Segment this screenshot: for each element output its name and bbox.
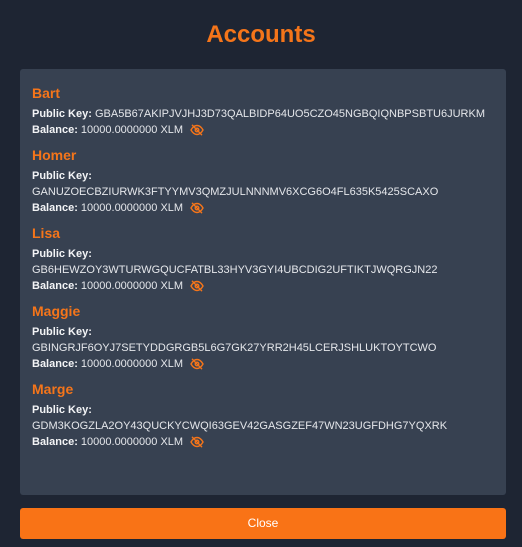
balance-row: Balance: 10000.0000000 XLM [32,434,494,450]
balance-label: Balance: [32,280,78,292]
public-key-value-row: GDM3KOGZLA2OY43QUCKYCWQI63GEV42GASGZEF47… [32,418,494,434]
public-key-row: Public Key: [32,324,494,340]
public-key-value: GB6HEWZOY3WTURWGQUCFATBL33HYV3GYI4UBCDIG… [32,264,438,276]
close-button[interactable]: Close [20,508,506,539]
public-key-value-row: GANUZOECBZIURWK3FTYYMV3QMZJULNNNMV6XCG6O… [32,184,494,200]
public-key-value-row: GBINGRJF6OYJ7SETYDDGRGB5L6G7GK27YRR2H45L… [32,340,494,356]
eye-slash-icon[interactable] [190,436,204,448]
balance-value: 10000.0000000 XLM [80,436,184,448]
balance-value: 10000.0000000 XLM [80,358,184,370]
public-key-label: Public Key: [32,326,92,338]
account-card: Maggie Public Key: GBINGRJF6OYJ7SETYDDGR… [32,302,494,372]
balance-label: Balance: [32,202,78,214]
balance-label: Balance: [32,436,78,448]
account-name: Lisa [32,225,61,241]
public-key-value: GBA5B67AKIPJVJHJ3D73QALBIDP64UO5CZO45NGB… [94,108,485,120]
eye-slash-icon[interactable] [190,280,204,292]
public-key-row: Public Key: [32,402,494,418]
eye-slash-icon[interactable] [190,358,204,370]
public-key-value-row: GB6HEWZOY3WTURWGQUCFATBL33HYV3GYI4UBCDIG… [32,262,494,278]
account-card: Marge Public Key: GDM3KOGZLA2OY43QUCKYCW… [32,380,494,450]
account-card: Lisa Public Key: GB6HEWZOY3WTURWGQUCFATB… [32,224,494,294]
public-key-label: Public Key: [32,404,92,416]
balance-label: Balance: [32,358,78,370]
public-key-label: Public Key: [32,248,92,260]
balance-value: 10000.0000000 XLM [80,124,184,136]
balance-row: Balance: 10000.0000000 XLM [32,200,494,216]
accounts-list: Bart Public Key: GBA5B67AKIPJVJHJ3D73QAL… [20,69,506,495]
public-key-label: Public Key: [32,108,92,120]
public-key-value: GBINGRJF6OYJ7SETYDDGRGB5L6G7GK27YRR2H45L… [32,342,437,354]
public-key-row: Public Key: GBA5B67AKIPJVJHJ3D73QALBIDP6… [32,106,494,122]
account-card: Homer Public Key: GANUZOECBZIURWK3FTYYMV… [32,146,494,216]
public-key-row: Public Key: [32,168,494,184]
balance-value: 10000.0000000 XLM [80,280,184,292]
account-card: Bart Public Key: GBA5B67AKIPJVJHJ3D73QAL… [32,84,494,138]
account-name: Homer [32,147,77,163]
balance-row: Balance: 10000.0000000 XLM [32,278,494,294]
balance-value: 10000.0000000 XLM [80,202,184,214]
eye-slash-icon[interactable] [190,202,204,214]
eye-slash-icon[interactable] [190,124,204,136]
public-key-value: GDM3KOGZLA2OY43QUCKYCWQI63GEV42GASGZEF47… [32,420,448,432]
balance-label: Balance: [32,124,78,136]
account-name: Marge [32,381,74,397]
page-title: Accounts [206,21,316,48]
account-name: Maggie [32,303,81,319]
balance-row: Balance: 10000.0000000 XLM [32,122,494,138]
balance-row: Balance: 10000.0000000 XLM [32,356,494,372]
public-key-label: Public Key: [32,170,92,182]
account-name: Bart [32,85,61,101]
public-key-row: Public Key: [32,246,494,262]
public-key-value: GANUZOECBZIURWK3FTYYMV3QMZJULNNNMV6XCG6O… [32,186,439,198]
